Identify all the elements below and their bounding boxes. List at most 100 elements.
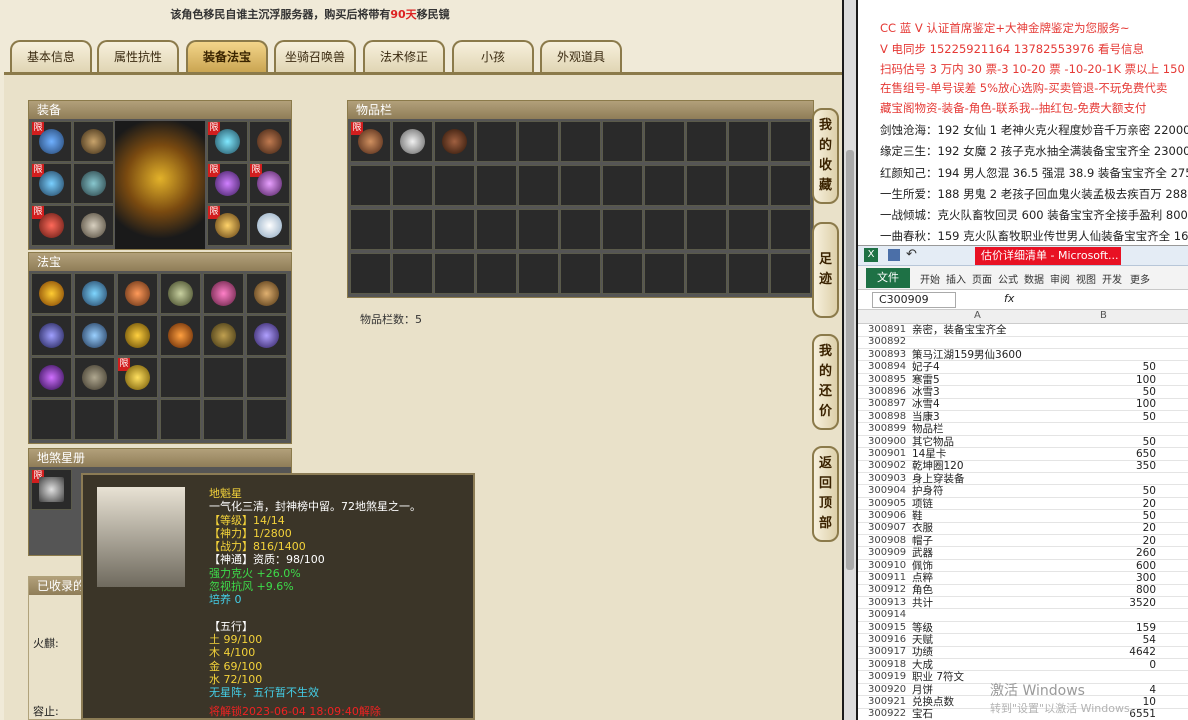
sheet-row[interactable]: 300907 衣服 20 — [858, 522, 1188, 535]
sheet-row[interactable]: 300902 乾坤圈120 350 — [858, 460, 1188, 473]
sheet-row[interactable]: 300899 物品栏 — [858, 423, 1188, 436]
undo-icon[interactable]: ↶ — [906, 247, 917, 262]
fabao-slot[interactable] — [203, 315, 244, 356]
equip-slot[interactable]: 限 — [207, 163, 248, 204]
sheet-row[interactable]: 300914 — [858, 609, 1188, 622]
inventory-slot-empty[interactable] — [602, 165, 643, 206]
tab-child[interactable]: 小孩 — [452, 40, 534, 72]
tab-equipment-fabao[interactable]: 装备法宝 — [186, 40, 268, 72]
sheet-row[interactable]: 300904 护身符 50 — [858, 485, 1188, 498]
inventory-slot-empty[interactable] — [602, 253, 643, 294]
fx-icon[interactable]: fx — [1004, 292, 1014, 305]
inventory-slot-empty[interactable] — [350, 253, 391, 294]
inventory-slot-empty[interactable] — [644, 165, 685, 206]
inventory-slot-empty[interactable] — [350, 209, 391, 250]
fabao-slot[interactable] — [117, 315, 158, 356]
cell-b[interactable]: 50 — [1056, 485, 1156, 498]
fabao-slot[interactable] — [160, 273, 201, 314]
sheet-row[interactable]: 300915 等级 159 — [858, 622, 1188, 635]
cell-b[interactable]: 4642 — [1056, 646, 1156, 659]
sheet-row[interactable]: 300908 帽子 20 — [858, 535, 1188, 548]
fabao-slot-empty[interactable] — [246, 357, 287, 398]
ribbon-tab-more[interactable]: 更多 — [1130, 271, 1150, 286]
inventory-slot-empty[interactable] — [602, 209, 643, 250]
cell-b[interactable]: 350 — [1056, 460, 1156, 473]
ribbon-tab-page[interactable]: 页面 — [972, 271, 992, 286]
column-header-b[interactable]: B — [1100, 310, 1107, 321]
sheet-row[interactable]: 300906 鞋 50 — [858, 510, 1188, 523]
fabao-slot-empty[interactable] — [203, 357, 244, 398]
ribbon-tab-developer[interactable]: 开发 — [1102, 271, 1122, 286]
ribbon-tab-formula[interactable]: 公式 — [998, 271, 1018, 286]
sheet-row[interactable]: 300892 — [858, 336, 1188, 349]
inventory-slot-empty[interactable] — [770, 121, 811, 162]
cell-b[interactable]: 50 — [1056, 436, 1156, 449]
ribbon-tab-data[interactable]: 数据 — [1024, 271, 1044, 286]
fabao-slot-empty[interactable] — [160, 357, 201, 398]
inventory-slot-empty[interactable] — [686, 209, 727, 250]
sheet-row[interactable]: 300898 当康3 50 — [858, 411, 1188, 424]
equip-slot[interactable]: 限 — [249, 163, 290, 204]
tab-attribute-resist[interactable]: 属性抗性 — [97, 40, 179, 72]
fabao-slot[interactable] — [74, 315, 115, 356]
cell-b[interactable]: 100 — [1056, 374, 1156, 387]
sheet-row[interactable]: 300918 大成 0 — [858, 659, 1188, 672]
tab-basic-info[interactable]: 基本信息 — [10, 40, 92, 72]
fabao-slot-empty[interactable] — [117, 399, 158, 440]
cell-b[interactable]: 3520 — [1056, 597, 1156, 610]
cell-a[interactable]: 亲密，装备宝宝齐全 — [912, 324, 1092, 337]
equip-slot[interactable]: 限 — [31, 121, 72, 162]
inventory-slot-empty[interactable] — [434, 253, 475, 294]
equip-slot[interactable] — [249, 121, 290, 162]
sheet-row[interactable]: 300913 共计 3520 — [858, 597, 1188, 610]
inventory-slot-empty[interactable] — [728, 209, 769, 250]
ribbon-tab-home[interactable]: 开始 — [920, 271, 940, 286]
inventory-slot-empty[interactable] — [392, 165, 433, 206]
inventory-slot-empty[interactable] — [434, 165, 475, 206]
cell-a[interactable]: 身上穿装备 — [912, 473, 1092, 486]
fabao-slot[interactable] — [203, 273, 244, 314]
inventory-slot-empty[interactable] — [560, 121, 601, 162]
inventory-slot-empty[interactable] — [770, 253, 811, 294]
cell-b[interactable]: 159 — [1056, 622, 1156, 635]
column-header-a[interactable]: A — [974, 310, 981, 321]
sheet-row[interactable]: 300894 妃子4 50 — [858, 361, 1188, 374]
cell-b[interactable]: 50 — [1056, 411, 1156, 424]
cell-b[interactable]: 20 — [1056, 535, 1156, 548]
fabao-slot-empty[interactable] — [246, 399, 287, 440]
fabao-slot[interactable] — [117, 273, 158, 314]
inventory-slot[interactable] — [434, 121, 475, 162]
cell-b[interactable]: 650 — [1056, 448, 1156, 461]
fabao-slot[interactable] — [246, 273, 287, 314]
inventory-slot-empty[interactable] — [686, 121, 727, 162]
equip-slot[interactable]: 限 — [31, 205, 72, 246]
sheet-row[interactable]: 300893 策马江湖159男仙3600 — [858, 349, 1188, 362]
sheet-row[interactable]: 300897 冰雪4 100 — [858, 398, 1188, 411]
fabao-slot[interactable] — [74, 273, 115, 314]
fabao-slot[interactable] — [74, 357, 115, 398]
inventory-slot-empty[interactable] — [476, 121, 517, 162]
inventory-slot-empty[interactable] — [392, 209, 433, 250]
inventory-slot-empty[interactable] — [518, 209, 559, 250]
equip-slot[interactable] — [73, 163, 114, 204]
ribbon-tab-view[interactable]: 视图 — [1076, 271, 1096, 286]
tab-mount-summon[interactable]: 坐骑召唤兽 — [274, 40, 356, 72]
sheet-row[interactable]: 300916 天赋 54 — [858, 634, 1188, 647]
inventory-slot-empty[interactable] — [350, 165, 391, 206]
fabao-slot-empty[interactable] — [160, 399, 201, 440]
inventory-slot-empty[interactable] — [644, 209, 685, 250]
cell-b[interactable]: 0 — [1056, 659, 1156, 672]
ribbon-tab-insert[interactable]: 插入 — [946, 271, 966, 286]
dishasha-slot[interactable]: 限 — [31, 469, 72, 510]
equip-slot[interactable]: 限 — [207, 205, 248, 246]
inventory-slot-empty[interactable] — [560, 209, 601, 250]
cell-b[interactable]: 50 — [1056, 361, 1156, 374]
my-counteroffer-button[interactable]: 我的还价 — [812, 334, 839, 430]
cell-b[interactable]: 20 — [1056, 498, 1156, 511]
fabao-slot[interactable] — [31, 273, 72, 314]
fabao-slot[interactable] — [31, 357, 72, 398]
equip-slot[interactable] — [73, 121, 114, 162]
tab-spell-modify[interactable]: 法术修正 — [363, 40, 445, 72]
inventory-slot-empty[interactable] — [728, 121, 769, 162]
inventory-slot-empty[interactable] — [434, 209, 475, 250]
